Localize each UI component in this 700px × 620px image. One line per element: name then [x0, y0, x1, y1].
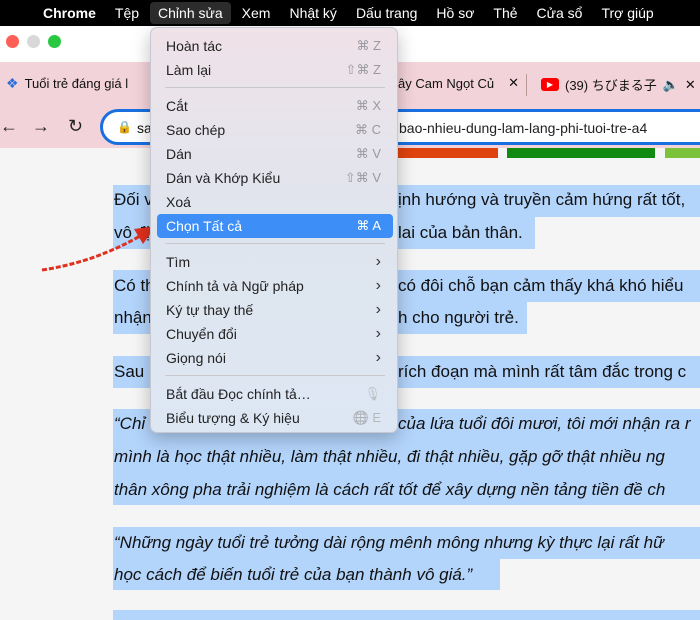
- shortcut-label: ⌘ X: [355, 98, 381, 113]
- menu-item-emoji-symbols[interactable]: Biểu tượng & Ký hiệu 🌐 E: [157, 406, 393, 430]
- arrow-shaft: [41, 234, 141, 272]
- menu-separator: [165, 87, 385, 88]
- shortcut-label: ⌘ Z: [356, 38, 381, 53]
- menu-item-cut[interactable]: Cắt ⌘ X: [157, 94, 393, 118]
- menu-item-label: Dán và Khớp Kiểu: [166, 170, 281, 186]
- menu-item-label: Làm lại: [166, 62, 212, 78]
- menu-item-paste-match-style[interactable]: Dán và Khớp Kiểu ⇧⌘ V: [157, 166, 393, 190]
- shortcut-label: ⌘ A: [356, 218, 381, 233]
- menu-item-label: Xoá: [166, 194, 191, 210]
- menu-separator: [165, 375, 385, 376]
- menu-item-undo[interactable]: Hoàn tác ⌘ Z: [157, 34, 393, 58]
- menu-item-label: Chọn Tất cả: [166, 218, 243, 234]
- menu-item-transformations[interactable]: Chuyển đổi ›: [157, 322, 393, 346]
- menu-item-copy[interactable]: Sao chép ⌘ C: [157, 118, 393, 142]
- shortcut-label: ⇧⌘ V: [344, 170, 381, 185]
- chevron-right-icon: ›: [375, 253, 381, 270]
- menu-item-label: Giọng nói: [166, 350, 226, 366]
- menu-item-start-dictation[interactable]: Bắt đầu Đọc chính tả… 🎙: [157, 382, 393, 406]
- menu-item-spelling-grammar[interactable]: Chính tả và Ngữ pháp ›: [157, 274, 393, 298]
- edit-menu-dropdown: Hoàn tác ⌘ Z Làm lại ⇧⌘ Z Cắt ⌘ X Sao chép ⌘…: [150, 27, 398, 433]
- menu-item-substitutions[interactable]: Ký tự thay thế ›: [157, 298, 393, 322]
- menu-item-label: Ký tự thay thế: [166, 302, 254, 318]
- menu-item-label: Chính tả và Ngữ pháp: [166, 278, 304, 294]
- chevron-right-icon: ›: [375, 277, 381, 294]
- menu-item-label: Dán: [166, 146, 192, 162]
- menu-separator: [165, 243, 385, 244]
- shortcut-label: ⇧⌘ Z: [345, 62, 381, 77]
- menu-item-delete[interactable]: Xoá: [157, 190, 393, 214]
- menu-item-paste[interactable]: Dán ⌘ V: [157, 142, 393, 166]
- menu-item-select-all[interactable]: Chọn Tất cả ⌘ A: [157, 214, 393, 238]
- menu-item-label: Chuyển đổi: [166, 326, 237, 342]
- menu-item-label: Cắt: [166, 98, 188, 114]
- globe-icon: 🌐 E: [352, 410, 381, 425]
- menu-item-label: Biểu tượng & Ký hiệu: [166, 410, 300, 426]
- menu-item-label: Sao chép: [166, 122, 226, 138]
- menu-item-redo[interactable]: Làm lại ⇧⌘ Z: [157, 58, 393, 82]
- chevron-right-icon: ›: [375, 325, 381, 342]
- shortcut-label: ⌘ V: [355, 146, 381, 161]
- chevron-right-icon: ›: [375, 301, 381, 318]
- microphone-icon: 🎙: [364, 386, 381, 401]
- menu-item-label: Bắt đầu Đọc chính tả…: [166, 386, 311, 402]
- menu-item-label: Hoàn tác: [166, 38, 223, 54]
- chevron-right-icon: ›: [375, 349, 381, 366]
- menu-item-speech[interactable]: Giọng nói ›: [157, 346, 393, 370]
- shortcut-label: ⌘ C: [355, 122, 381, 137]
- menu-item-find[interactable]: Tìm ›: [157, 250, 393, 274]
- menu-item-label: Tìm: [166, 254, 191, 270]
